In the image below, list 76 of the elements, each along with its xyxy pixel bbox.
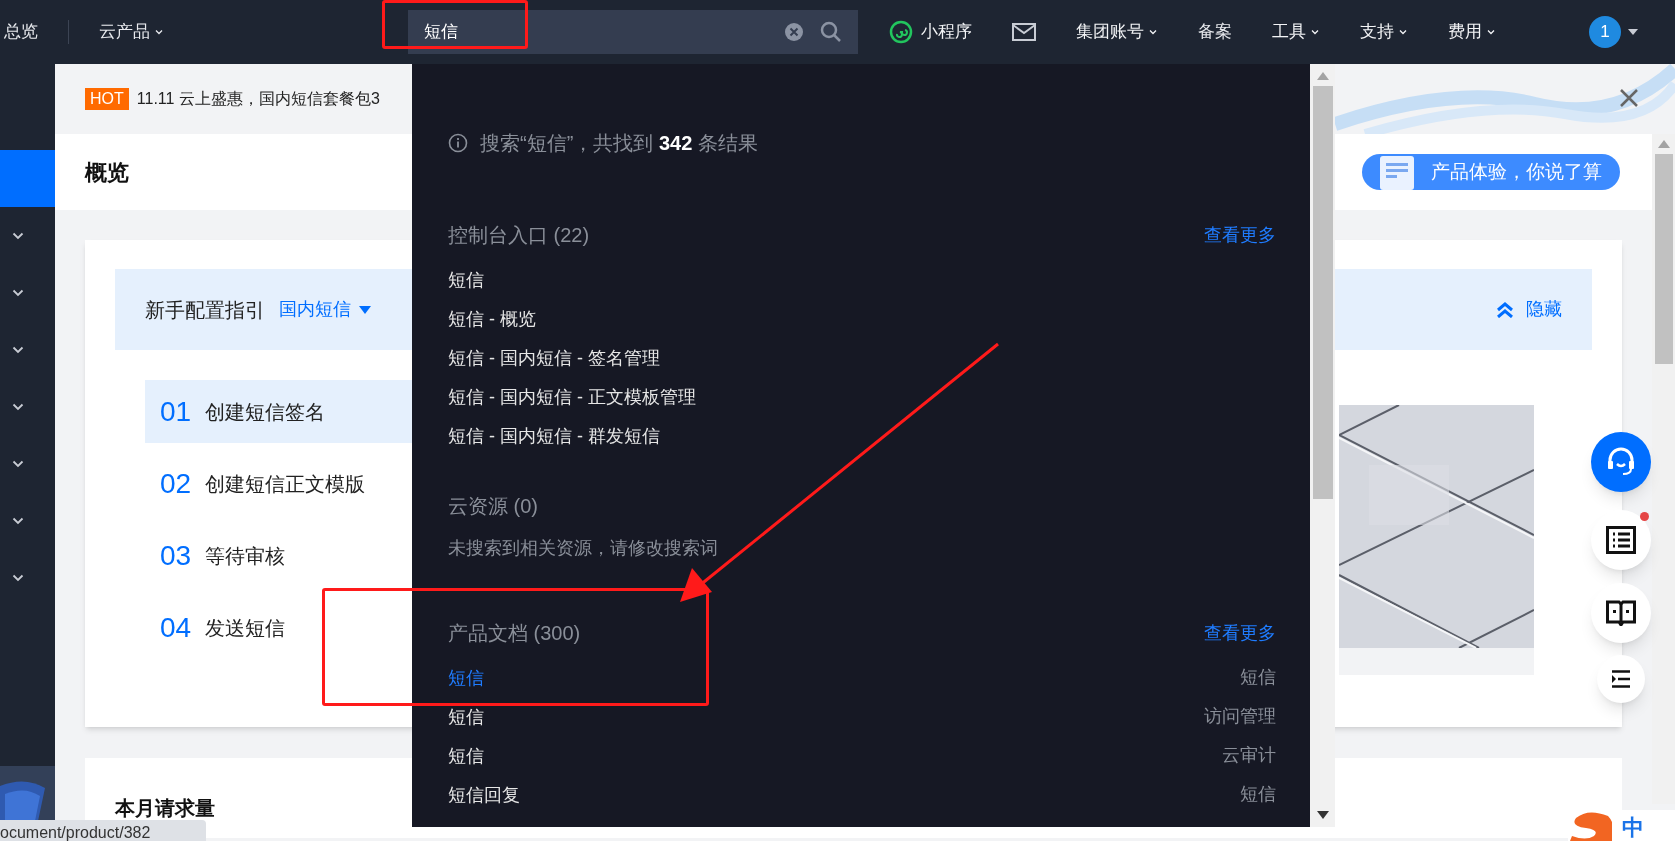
miniprogram-link[interactable]: 小程序 [889,19,972,45]
nav-menu[interactable]: 集团账号 [1076,19,1158,45]
nav-menu[interactable]: 费用 [1448,19,1496,45]
section-title: 云资源 (0) [448,494,538,519]
result-item[interactable]: 短信 [448,746,484,765]
headset-icon [1605,446,1637,478]
view-more-link[interactable]: 查看更多 [1204,619,1276,647]
scroll-thumb[interactable] [1312,86,1333,499]
close-icon[interactable] [1619,88,1639,108]
result-item[interactable]: 短信 - 概览 [448,309,536,328]
mail-icon[interactable] [1012,23,1036,41]
section-title: 产品文档 (300) [448,621,581,646]
chevron-icon [12,288,24,297]
caret-icon [1310,27,1320,37]
double-chevron-icon [1496,301,1514,318]
result-item[interactable]: 短信回复 [448,785,520,804]
indent-icon [1610,670,1632,688]
guide-step[interactable]: 01 创建短信签名 [145,380,412,443]
miniprogram-icon [889,20,913,44]
chevron-icon [12,231,24,240]
guide-title: 新手配置指引 [145,297,265,323]
result-item[interactable]: 短信 - 国内短信 - 正文模板管理 [448,387,696,406]
empty-message: 未搜索到相关资源，请修改搜索词 [448,537,719,560]
scroll-up-icon[interactable] [1316,72,1329,80]
hot-badge: HOT [85,88,129,110]
result-category: 短信 [1240,783,1276,806]
list-icon [1606,526,1636,554]
result-item[interactable]: 短信 [448,707,484,726]
region-dropdown[interactable]: 国内短信 [279,296,371,323]
chevron-icon [12,459,24,468]
result-summary: 搜索“短信”，共找到 342 条结果 [480,131,758,156]
nav-link[interactable]: 备案 [1198,19,1232,45]
ime-mode[interactable]: 中 [1622,815,1644,841]
book-icon [1606,600,1636,626]
result-item[interactable]: 短信 [448,668,484,687]
card-title: 本月请求量 [115,797,215,819]
caret-icon[interactable] [1627,27,1639,37]
page-title: 概览 [85,158,129,187]
avatar[interactable]: 1 [1589,16,1621,48]
result-item[interactable]: 短信 - 国内短信 - 签名管理 [448,348,660,367]
guide-step[interactable]: 02 创建短信正文模版 [145,452,412,515]
chevron-icon [12,516,24,525]
result-category: 访问管理 [1204,705,1276,728]
status-url: ocument/product/382 [0,820,206,841]
result-category: 短信 [1240,666,1276,689]
ime-logo-icon [1568,810,1614,841]
guide-step[interactable]: 04 发送短信 [145,596,412,659]
overview-link[interactable]: 总览 [4,19,38,45]
caret-icon [154,27,164,37]
scroll-up-icon[interactable] [1657,140,1670,148]
view-more-link[interactable]: 查看更多 [1204,221,1276,249]
search-field[interactable]: 短信 [408,10,858,54]
hide-link[interactable]: 隐藏 [1496,296,1562,323]
products-menu[interactable]: 云产品 [99,19,164,45]
caret-icon [1486,27,1496,37]
section-title: 控制台入口 (22) [448,223,590,248]
caret-icon [1398,27,1408,37]
clear-icon[interactable] [784,22,804,42]
chevron-icon [12,402,24,411]
caret-icon [1148,27,1158,37]
info-icon [448,133,468,153]
search-input[interactable]: 短信 [424,19,784,45]
document-icon [1380,156,1414,190]
result-item[interactable]: 短信 [448,270,484,289]
nav-menu[interactable]: 支持 [1360,19,1408,45]
result-item[interactable]: 短信 - 国内短信 - 群发短信 [448,426,660,445]
result-category: 云审计 [1222,744,1276,767]
chevron-icon [12,573,24,582]
scroll-thumb[interactable] [1654,154,1673,364]
banner-text: 11.11 云上盛惠，国内短信套餐包3 [136,89,380,109]
search-icon[interactable] [820,21,842,43]
nav-menu[interactable]: 工具 [1272,19,1320,45]
scroll-down-icon[interactable] [1316,811,1329,819]
caret-icon [359,305,371,314]
guide-step[interactable]: 03 等待审核 [145,524,412,587]
chevron-icon [12,345,24,354]
